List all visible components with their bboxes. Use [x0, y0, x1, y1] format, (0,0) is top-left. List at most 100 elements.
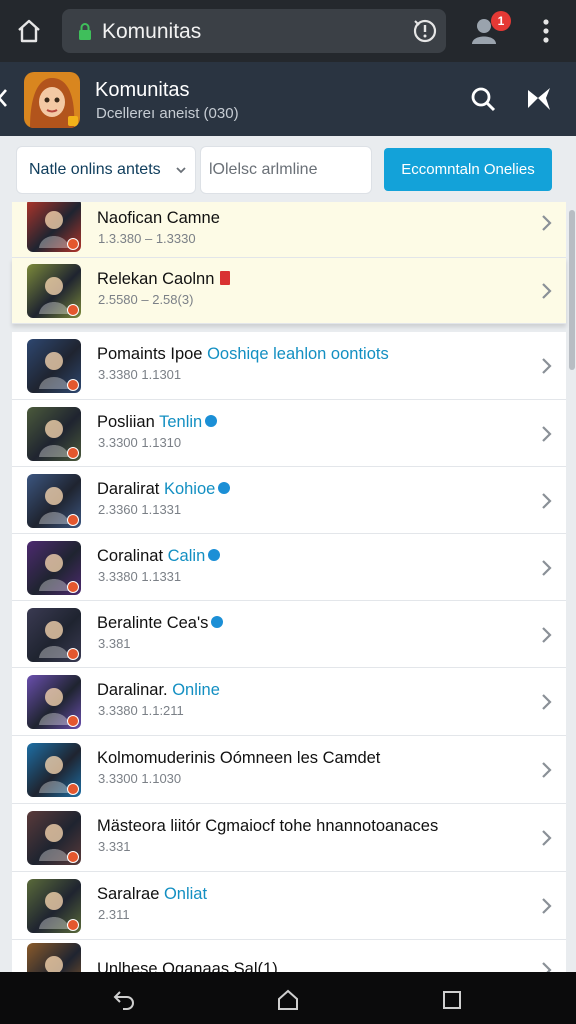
- app-badge-icon: [67, 851, 79, 863]
- app-badge-icon: [67, 447, 79, 459]
- chevron-right-icon: [540, 282, 552, 300]
- game-thumbnail: [27, 339, 81, 393]
- item-meta: 3.3300 1.1310: [98, 435, 182, 450]
- verified-icon: [208, 549, 221, 561]
- game-thumbnail: [27, 811, 81, 865]
- url-bar[interactable]: Komunitas: [62, 9, 446, 53]
- item-meta: 3.3380 1.1:211: [98, 703, 184, 718]
- item-title-text: Posliian: [97, 413, 155, 431]
- nav-home-icon[interactable]: [276, 988, 300, 1012]
- app-badge-icon: [67, 304, 79, 316]
- nav-recents-icon[interactable]: [442, 990, 462, 1010]
- item-title: Posliian Tenlin: [97, 413, 218, 432]
- chevron-right-icon: [540, 693, 552, 711]
- game-thumbnail: [27, 943, 81, 972]
- app-badge-icon: [67, 783, 79, 795]
- verified-icon: [218, 482, 231, 494]
- item-meta: 3.3300 1.1030: [98, 771, 182, 786]
- list-item[interactable]: Beralinte Cea's 3.381: [12, 601, 566, 668]
- page-info-icon[interactable]: [412, 18, 438, 44]
- item-title-highlight: Kohioe: [163, 480, 216, 498]
- list-item[interactable]: Mästeora liitór Cgmaiocf tohe hnannotoan…: [12, 804, 566, 872]
- chevron-right-icon: [540, 829, 552, 847]
- item-title-highlight: Onliat: [163, 885, 208, 903]
- more-vert-icon[interactable]: [532, 14, 560, 48]
- game-thumbnail: [27, 743, 81, 797]
- category-select[interactable]: Natle onlins antets: [16, 146, 196, 194]
- item-title: Daralirat Kohioe: [97, 480, 231, 499]
- app-header: Komunitas Dcellereı aneist (030): [0, 62, 576, 136]
- item-title-text: Daralirat: [97, 480, 160, 498]
- app-badge-icon: [67, 581, 79, 593]
- app-badge-icon: [67, 379, 79, 391]
- app-badge-icon: [67, 648, 79, 660]
- verified-icon: [211, 616, 224, 628]
- browser-toolbar: Komunitas 1: [0, 0, 576, 62]
- list-item[interactable]: Coralinat Calin 3.3380 1.1331: [12, 534, 566, 601]
- scrollbar[interactable]: [569, 210, 575, 370]
- item-title-highlight: Tenlin: [159, 413, 203, 431]
- item-title-text: Pomaints Ipoe: [97, 345, 203, 363]
- notification-badge: 1: [491, 11, 511, 31]
- list-item[interactable]: Relekan Caolnn 2.5580 – 2.58(3): [12, 258, 566, 324]
- search-input[interactable]: lOlelsc arlmline: [200, 146, 372, 194]
- home-icon[interactable]: [10, 12, 48, 50]
- item-title: Kolmomuderinis Oómneen les Camdet: [97, 749, 380, 768]
- item-meta: 3.3380 1.1331: [98, 569, 182, 584]
- app-badge-icon: [67, 715, 79, 727]
- list-item[interactable]: Unlhese Oganaas Sal(1): [12, 940, 566, 972]
- search-input-value: lOlelsc arlmline: [209, 161, 318, 178]
- system-nav-bar: [0, 972, 576, 1024]
- game-thumbnail: [27, 264, 81, 318]
- list-item[interactable]: Posliian Tenlin 3.3300 1.1310: [12, 400, 566, 467]
- chevron-right-icon: [540, 492, 552, 510]
- chevron-right-icon: [540, 626, 552, 644]
- back-icon[interactable]: [0, 86, 10, 110]
- share-icon[interactable]: [524, 84, 554, 114]
- item-title-text: Naofican Camne: [97, 209, 220, 227]
- item-title: Beralinte Cea's: [97, 614, 224, 633]
- chevron-right-icon: [540, 357, 552, 375]
- chevron-right-icon: [540, 897, 552, 915]
- list-item[interactable]: Saralrae Onliat 2.311: [12, 872, 566, 940]
- search-icon[interactable]: [468, 84, 498, 114]
- item-title: Naofican Camne: [97, 209, 220, 228]
- item-title: Mästeora liitór Cgmaiocf tohe hnannotoan…: [97, 817, 438, 836]
- item-title-highlight: Ooshiqe leahlon oontiots: [207, 345, 389, 363]
- item-title-text: Beralinte Cea's: [97, 614, 209, 632]
- game-thumbnail: [27, 407, 81, 461]
- item-meta: 2.3360 1.1331: [98, 502, 182, 517]
- chevron-right-icon: [540, 961, 552, 972]
- item-title-text: Kolmomuderinis Oómneen les Camdet: [97, 749, 381, 767]
- lock-icon: [78, 23, 92, 40]
- hot-icon: [220, 271, 231, 285]
- filter-button[interactable]: Eccomntaln Onelies: [384, 148, 552, 191]
- game-thumbnail: [27, 675, 81, 729]
- list-item[interactable]: Daralinar. Online 3.3380 1.1:211: [12, 668, 566, 736]
- item-title: Relekan Caolnn: [97, 270, 231, 289]
- chevron-right-icon: [540, 425, 552, 443]
- page-title: Komunitas: [95, 79, 190, 101]
- item-title: Pomaints Ipoe Ooshiqe leahlon oontiots: [97, 345, 389, 364]
- item-title: Daralinar. Online: [97, 681, 220, 700]
- item-title-highlight: Calin: [167, 547, 206, 565]
- list-item[interactable]: Pomaints Ipoe Ooshiqe leahlon oontiots 3.…: [12, 332, 566, 400]
- item-meta: 3.381: [98, 636, 131, 651]
- nav-back-icon[interactable]: [112, 988, 136, 1010]
- list-item[interactable]: Naofican Camne 1.3.380 – 1.3330: [12, 202, 566, 258]
- item-meta: 2.5580 – 2.58(3): [98, 292, 194, 307]
- chevron-right-icon: [540, 214, 552, 232]
- item-meta: 3.3380 1.1301: [98, 367, 182, 382]
- filter-bar: Natle onlins antets lOlelsc arlmline Ecc…: [0, 136, 576, 202]
- app-badge-icon: [67, 514, 79, 526]
- chevron-right-icon: [540, 559, 552, 577]
- list-item[interactable]: Daralirat Kohioe 2.3360 1.1331: [12, 467, 566, 534]
- item-title-text: Coralinat: [97, 547, 164, 565]
- game-thumbnail: [27, 474, 81, 528]
- game-thumbnail: [27, 541, 81, 595]
- list-item[interactable]: Kolmomuderinis Oómneen les Camdet 3.3300 …: [12, 736, 566, 804]
- item-title-text: Unlhese Oganaas Sal(1): [97, 960, 278, 972]
- item-title-text: Daralinar.: [97, 681, 168, 699]
- chevron-down-icon: [174, 163, 188, 177]
- game-thumbnail: [27, 879, 81, 933]
